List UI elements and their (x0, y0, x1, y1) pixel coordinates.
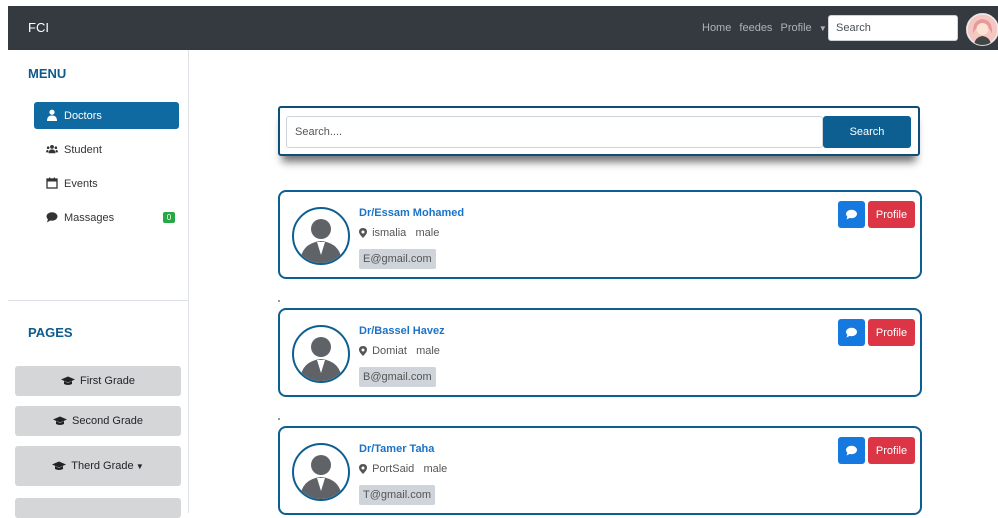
avatar-illustration (967, 14, 998, 45)
page-button-label: Therd Grade (71, 460, 134, 473)
page-button-label: First Grade (79, 375, 135, 388)
profile-button[interactable]: Profile (868, 319, 915, 346)
chat-button[interactable] (838, 201, 865, 228)
pages-title: PAGES (28, 325, 73, 340)
sidebar-item-label: Events (64, 178, 98, 190)
doctor-card: Dr/Essam Mohamed ismalia male E@gmail.co… (278, 190, 922, 279)
doctor-city: PortSaid (372, 463, 415, 475)
page-button-therd-grade-dropdown[interactable]: Therd Grade ▼ (15, 446, 181, 486)
comment-icon (846, 327, 857, 338)
chat-button[interactable] (838, 319, 865, 346)
doctor-location: Domiat male (359, 345, 440, 357)
sidebar-item-events[interactable]: Events (34, 170, 179, 197)
brand-logo[interactable]: FCI (28, 20, 49, 35)
doctor-email: E@gmail.com (359, 249, 436, 269)
menu-title: MENU (28, 66, 67, 81)
comment-icon (46, 212, 58, 223)
users-icon (46, 144, 58, 154)
doctor-avatar-icon (292, 443, 350, 501)
profile-button[interactable]: Profile (868, 437, 915, 464)
sidebar-item-label: Massages (64, 212, 115, 224)
doctor-location: ismalia male (359, 227, 439, 239)
doctor-card: Dr/Tamer Taha PortSaid male T@gmail.com … (278, 426, 922, 515)
graduation-cap-icon (53, 416, 68, 426)
doctor-avatar-icon (292, 207, 350, 265)
doctor-gender: male (423, 463, 448, 475)
page-button-first-grade[interactable]: First Grade (15, 366, 181, 396)
nav-link-feedes[interactable]: feedes (739, 22, 772, 34)
doctor-name-link[interactable]: Dr/Bassel Havez (359, 325, 445, 337)
doctor-city: ismalia (372, 227, 407, 239)
graduation-cap-icon (60, 376, 75, 386)
graduation-cap-icon (52, 461, 67, 471)
calendar-icon (46, 177, 58, 189)
separator-dot (278, 418, 280, 420)
comment-icon (846, 445, 857, 456)
sidebar-item-student[interactable]: Student (34, 136, 179, 163)
message-count-badge: 0 (163, 212, 175, 223)
separator-dot (278, 300, 280, 302)
doctor-gender: male (416, 345, 440, 357)
navbar-search-input[interactable] (828, 15, 958, 41)
caret-down-icon: ▼ (133, 462, 144, 471)
comment-icon (846, 209, 857, 220)
doctor-name-link[interactable]: Dr/Essam Mohamed (359, 207, 464, 219)
sidebar-item-label: Student (64, 144, 102, 156)
top-navbar: FCI Home feedes Profile ▼ (8, 6, 998, 50)
sidebar-item-doctors[interactable]: Doctors (34, 102, 179, 129)
doctor-gender: male (415, 227, 440, 239)
user-doctor-icon (47, 109, 57, 121)
person-silhouette-icon (300, 337, 342, 381)
doctor-card: Dr/Bassel Havez Domiat male B@gmail.com … (278, 308, 922, 397)
doctor-avatar-icon (292, 325, 350, 383)
search-button[interactable]: Search (823, 116, 911, 148)
sidebar-divider (8, 300, 188, 301)
doctor-email: B@gmail.com (359, 367, 436, 387)
doctor-search-input[interactable] (286, 116, 823, 148)
doctor-email: T@gmail.com (359, 485, 436, 505)
sidebar-item-massages[interactable]: Massages 0 (34, 204, 179, 231)
nav-links: Home feedes Profile ▼ (702, 22, 837, 34)
nav-link-home[interactable]: Home (702, 22, 731, 34)
doctor-location: PortSaid male (359, 463, 447, 475)
page-button-second-grade[interactable]: Second Grade (15, 406, 181, 436)
person-silhouette-icon (300, 219, 342, 263)
nav-profile-label: Profile (780, 22, 812, 34)
person-silhouette-icon (300, 455, 342, 499)
profile-button[interactable]: Profile (868, 201, 915, 228)
map-marker-icon (359, 464, 367, 474)
caret-down-icon: ▼ (816, 24, 827, 33)
user-avatar-icon[interactable] (966, 13, 998, 46)
doctor-name-link[interactable]: Dr/Tamer Taha (359, 443, 434, 455)
chat-button[interactable] (838, 437, 865, 464)
map-marker-icon (359, 228, 367, 238)
sidebar-item-label: Doctors (64, 110, 102, 122)
doctor-search-panel: Search (278, 106, 920, 156)
page-button-label: Second Grade (72, 415, 143, 428)
sidebar: MENU Doctors Student Events Massages 0 P… (8, 50, 189, 518)
doctor-city: Domiat (372, 345, 407, 357)
nav-link-profile-dropdown[interactable]: Profile ▼ (781, 22, 832, 34)
page-button-partial[interactable] (15, 498, 181, 518)
map-marker-icon (359, 346, 367, 356)
